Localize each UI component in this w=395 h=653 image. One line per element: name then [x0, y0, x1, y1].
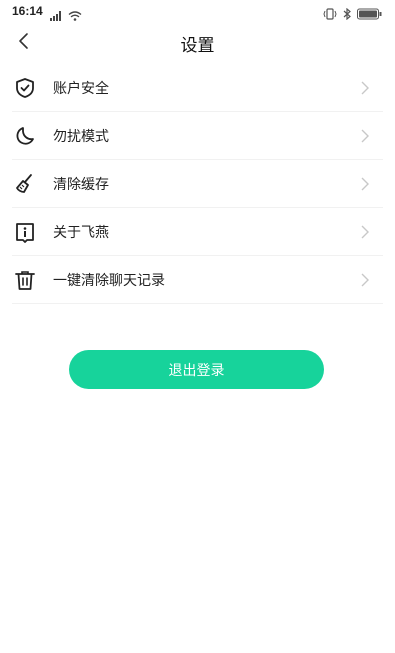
menu-item-label: 账户安全	[53, 81, 109, 97]
bluetooth-icon	[343, 5, 351, 24]
menu-item-label: 一键清除聊天记录	[53, 273, 165, 289]
status-bar: 16:14	[0, 0, 395, 24]
menu-item-label: 关于飞燕	[53, 225, 109, 241]
navigation-bar: 设置	[0, 24, 395, 64]
menu-item-account-security[interactable]: 账户安全	[0, 64, 395, 112]
info-book-icon	[13, 220, 37, 244]
chevron-right-icon	[359, 272, 371, 288]
divider	[12, 303, 383, 304]
menu-item-about[interactable]: 关于飞燕	[0, 208, 395, 256]
trash-icon	[13, 268, 37, 292]
signal-icon	[50, 6, 64, 25]
wifi-icon	[68, 6, 82, 25]
status-left-icons	[50, 6, 82, 25]
moon-icon	[13, 124, 37, 148]
broom-icon	[13, 172, 37, 196]
battery-icon	[357, 5, 383, 24]
page-title: 设置	[180, 36, 215, 56]
logout-button[interactable]: 退出登录	[69, 350, 324, 389]
menu-item-clear-cache[interactable]: 清除缓存	[0, 160, 395, 208]
menu-item-label: 清除缓存	[53, 177, 109, 193]
menu-item-clear-chat-history[interactable]: 一键清除聊天记录	[0, 256, 395, 304]
menu-item-do-not-disturb[interactable]: 勿扰模式	[0, 112, 395, 160]
chevron-right-icon	[359, 224, 371, 240]
chevron-right-icon	[359, 128, 371, 144]
status-right-icons	[323, 5, 383, 24]
vibrate-icon	[323, 5, 337, 24]
chevron-right-icon	[359, 176, 371, 192]
status-time: 16:14	[12, 4, 43, 18]
shield-check-icon	[13, 76, 37, 100]
menu-item-label: 勿扰模式	[53, 129, 109, 145]
chevron-right-icon	[359, 80, 371, 96]
settings-menu: 账户安全 勿扰模式 清除缓存 关于飞燕 一键清除聊天记录	[0, 64, 395, 304]
